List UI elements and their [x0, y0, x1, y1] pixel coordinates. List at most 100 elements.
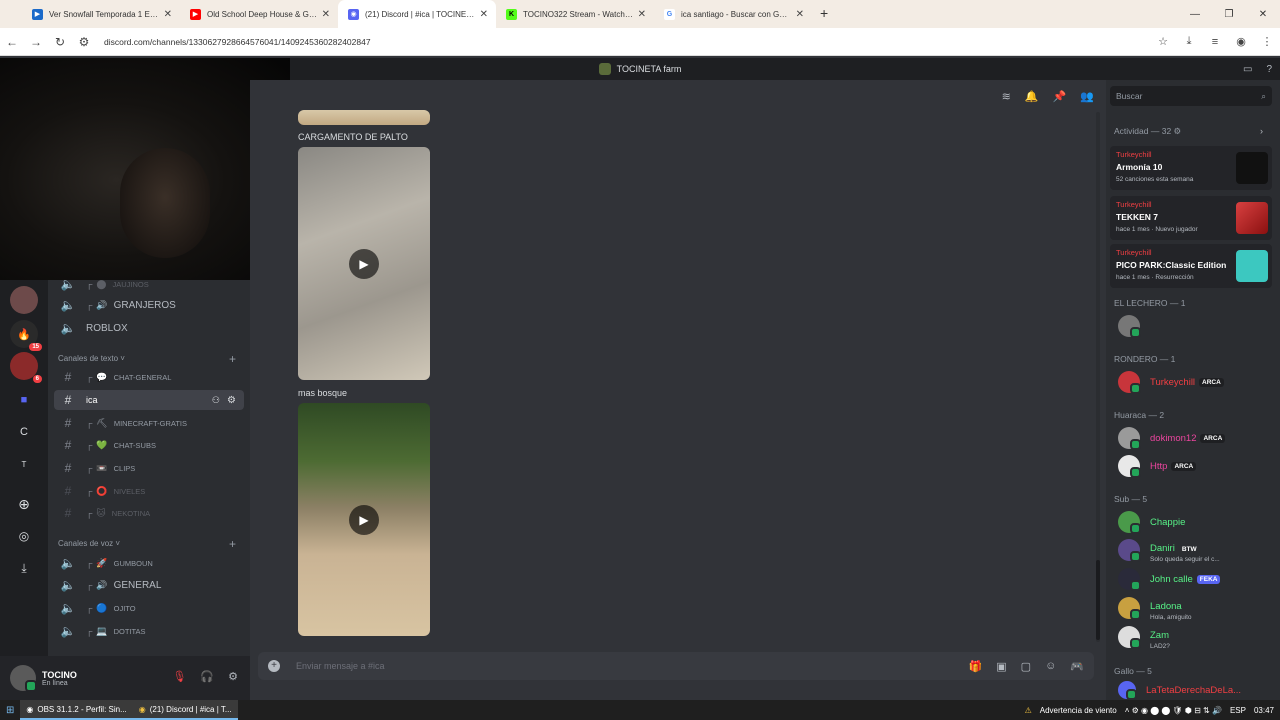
scrollbar-thumb[interactable] — [1096, 560, 1100, 640]
gif-icon[interactable]: ▣ — [996, 660, 1006, 673]
gear-icon[interactable]: ⚙ — [228, 670, 238, 683]
add-server-icon[interactable]: ⊕ — [10, 490, 38, 518]
search-icon[interactable]: ⌕ — [1261, 91, 1266, 102]
server-letter-c[interactable]: C — [10, 418, 38, 446]
video-attachment[interactable]: ▶ — [298, 147, 430, 380]
text-channel[interactable]: # ┌ ⭕ NIVELES — [54, 481, 244, 501]
text-channel[interactable]: # ┌ 💚 CHAT-SUBS — [54, 435, 244, 455]
close-icon[interactable]: ✕ — [322, 9, 330, 20]
text-channel[interactable]: # ┌ 💬 CHAT-GENERAL — [54, 367, 244, 387]
activity-card[interactable]: Turkeychill PICO PARK:Classic Edition ha… — [1110, 244, 1272, 288]
member-item[interactable]: Chappie — [1118, 509, 1185, 535]
browser-tab[interactable]: K TOCINO322 Stream - Watch Live ✕ — [496, 0, 654, 28]
server-letter-t[interactable]: T — [10, 450, 38, 478]
help-icon[interactable]: ? — [1266, 64, 1272, 75]
add-attachment-icon[interactable]: + — [268, 660, 280, 672]
pin-icon[interactable]: 📌 — [1053, 90, 1067, 103]
server-icon[interactable]: 6 — [10, 352, 42, 383]
voice-channel[interactable]: 🔈 ┌ 💻 DOTITAS — [54, 621, 244, 641]
member-item[interactable]: LaTetaDerechaDeLa... — [1118, 681, 1241, 700]
member-item[interactable]: Daniri BTW Solo queda seguir el c... — [1118, 537, 1220, 563]
invite-icon[interactable]: ⚇ — [212, 395, 220, 406]
video-attachment[interactable]: ▶ — [298, 403, 430, 636]
text-channel[interactable]: # ┌ ⛏ MINECRAFT-GRATIS — [54, 413, 244, 433]
download-icon[interactable]: ⤓ — [1176, 35, 1202, 48]
add-channel-icon[interactable]: + — [229, 352, 236, 366]
category-header[interactable]: Canales de texto ˅ + — [58, 352, 244, 366]
folder-icon[interactable]: ■ — [10, 386, 38, 414]
add-channel-icon[interactable]: + — [229, 537, 236, 551]
voice-channel[interactable]: 🔈 ROBLOX — [54, 318, 244, 338]
play-icon[interactable]: ▶ — [349, 504, 379, 535]
browser-tab[interactable]: G ica santiago - Buscar con Goog ✕ — [654, 0, 812, 28]
menu-icon[interactable]: ⋮ — [1254, 35, 1280, 48]
member-item[interactable]: Ladona Hola, amiguito — [1118, 595, 1192, 621]
site-info-icon[interactable]: ⚙ — [72, 35, 96, 49]
message-input[interactable] — [296, 661, 969, 671]
close-icon[interactable]: ✕ — [796, 9, 804, 20]
member-item[interactable]: John calle FEKA — [1118, 566, 1221, 592]
voice-channel[interactable]: 🔈 ┌ 🚀 GUMBOUN — [54, 553, 244, 573]
profile-icon[interactable]: ◉ — [1228, 35, 1254, 48]
back-icon[interactable]: ← — [0, 35, 24, 49]
voice-channel[interactable]: 🔈 ┌ 🔊 GRANJEROS — [54, 295, 244, 315]
reading-list-icon[interactable]: ≡ — [1202, 36, 1228, 48]
emoji-icon[interactable]: ☺ — [1045, 660, 1056, 673]
video-attachment[interactable] — [298, 110, 430, 125]
text-channel[interactable]: # ┌ 📼 CLIPS — [54, 458, 244, 478]
voice-channel[interactable]: 🔈 ┌ 🔊 GENERAL — [54, 575, 244, 595]
taskbar-app[interactable]: ◉ OBS 31.1.2 - Perfil: Sin... — [20, 700, 133, 720]
text-channel-selected[interactable]: # ica ⚇ ⚙ — [54, 390, 244, 410]
url-field[interactable]: discord.com/channels/1330627928664576041… — [104, 37, 1150, 47]
new-tab-button[interactable]: + — [812, 0, 836, 28]
activity-card[interactable]: Turkeychill TEKKEN 7 hace 1 mes · Nuevo … — [1110, 196, 1272, 240]
discover-icon[interactable]: ◎ — [10, 522, 38, 550]
bookmark-star-icon[interactable]: ☆ — [1150, 35, 1176, 48]
taskbar-app[interactable]: ◉ (21) Discord | #ica | T... — [132, 700, 238, 720]
close-window-icon[interactable]: ✕ — [1246, 9, 1280, 20]
chat-header-tools: ≋ 🔔 📌 👥 — [250, 82, 1102, 110]
bell-icon[interactable]: 🔔 — [1025, 90, 1039, 103]
browser-tab[interactable]: ▶ Old School Deep House & Gara ✕ — [180, 0, 338, 28]
gear-icon[interactable]: ⚙ — [227, 395, 236, 406]
member-item[interactable]: dokimon12 ARCA — [1118, 425, 1226, 451]
language-indicator[interactable]: ESP — [1230, 706, 1246, 715]
category-header[interactable]: Canales de voz ˅ + — [58, 537, 244, 551]
members-icon[interactable]: 👥 — [1080, 90, 1094, 103]
clock[interactable]: 03:47 — [1254, 706, 1274, 715]
close-icon[interactable]: ✕ — [638, 9, 646, 20]
play-icon[interactable]: ▶ — [349, 248, 379, 279]
member-item[interactable]: Turkeychill ARCA — [1118, 369, 1224, 395]
member-item[interactable]: Zam LAD2? — [1118, 624, 1170, 650]
sticker-icon[interactable]: ▢ — [1021, 660, 1031, 673]
search-input[interactable] — [1116, 91, 1262, 101]
maximize-icon[interactable]: ❐ — [1212, 9, 1246, 20]
reload-icon[interactable]: ↻ — [48, 35, 72, 49]
close-icon[interactable]: ✕ — [480, 9, 488, 20]
activity-card[interactable]: Turkeychill Armonía 10 52 canciones esta… — [1110, 146, 1272, 190]
tray-icons[interactable]: ˄ ⚙ ◉ ⬤ ⬤ 🛡 ⬢ ⊟ ⇅ 🔊 — [1125, 706, 1222, 715]
text-channel[interactable]: # ┌ 🐱 NEKOTINA — [54, 503, 244, 523]
member-item[interactable]: Http ARCA — [1118, 453, 1197, 479]
minimize-icon[interactable]: — — [1178, 9, 1212, 20]
threads-icon[interactable]: ≋ — [1002, 90, 1011, 103]
forward-icon[interactable]: → — [24, 35, 48, 49]
chevron-right-icon[interactable]: › — [1260, 126, 1263, 136]
avatar[interactable] — [10, 665, 37, 692]
apps-icon[interactable]: 🎮 — [1070, 660, 1084, 673]
browser-tab[interactable]: ▶ Ver Snowfall Temporada 1 Episo ✕ — [22, 0, 180, 28]
close-icon[interactable]: ✕ — [164, 9, 172, 20]
mic-muted-icon[interactable]: 🎙 — [172, 670, 186, 683]
voice-channel[interactable]: 🔈 ┌ 🔵 OJITO — [54, 598, 244, 618]
gear-icon[interactable]: ⚙ — [1174, 126, 1182, 136]
download-apps-icon[interactable]: ⤓ — [10, 554, 38, 582]
inbox-icon[interactable]: ▭ — [1243, 64, 1252, 75]
browser-tab-active[interactable]: ◉ (21) Discord | #ica | TOCINETA F ✕ — [338, 0, 496, 28]
headphones-icon[interactable]: 🎧 — [200, 670, 214, 683]
server-icon[interactable] — [10, 286, 38, 314]
server-icon[interactable]: 🔥 15 — [10, 320, 42, 351]
start-icon[interactable]: ⊞ — [0, 700, 20, 720]
gift-icon[interactable]: 🎁 — [969, 660, 983, 673]
member-item[interactable] — [1118, 313, 1150, 339]
weather-text[interactable]: Advertencia de viento — [1040, 706, 1117, 715]
